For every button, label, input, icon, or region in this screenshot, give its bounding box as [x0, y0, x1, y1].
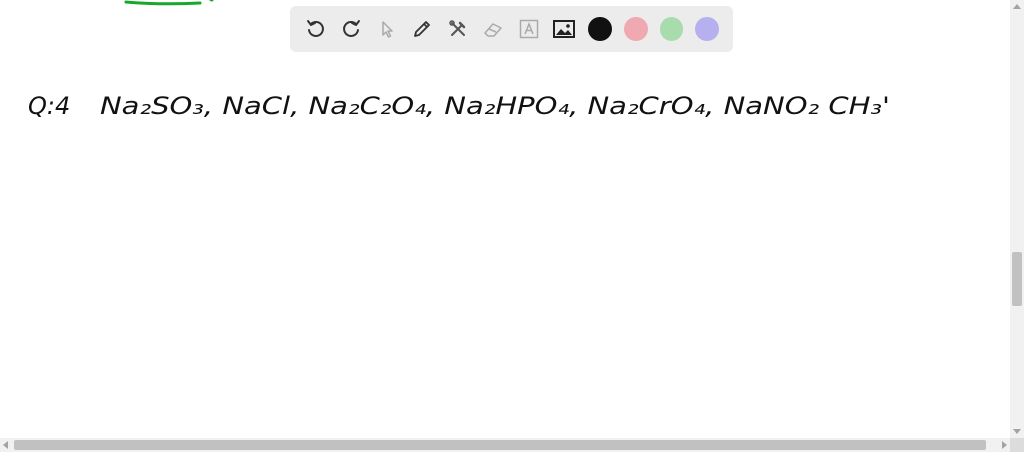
scroll-down-arrow-icon[interactable] — [1013, 429, 1021, 434]
redo-icon — [343, 20, 361, 37]
color-green-swatch[interactable] — [659, 17, 684, 41]
eraser-icon — [484, 23, 503, 37]
color-pink-swatch[interactable] — [623, 17, 648, 41]
green-ink-stroke — [124, 0, 214, 6]
vertical-scrollbar[interactable] — [1010, 0, 1024, 438]
text-box-icon — [519, 19, 539, 39]
whiteboard-canvas[interactable]: Q:4 Na₂SO₃, NaCl, Na₂C₂O₄, Na₂HPO₄, Na₂C… — [0, 0, 1010, 438]
pointer-icon — [382, 21, 393, 38]
pencil-icon — [414, 21, 431, 37]
select-button[interactable] — [369, 11, 405, 47]
undo-button[interactable] — [298, 11, 334, 47]
color-purple-swatch[interactable] — [695, 17, 719, 41]
scroll-left-arrow-icon[interactable] — [3, 441, 8, 449]
scrollbar-corner — [1010, 438, 1024, 452]
undo-icon — [306, 20, 324, 37]
question-label: Q:4 — [28, 92, 70, 120]
handwritten-question: Q:4 Na₂SO₃, NaCl, Na₂C₂O₄, Na₂HPO₄, Na₂C… — [28, 92, 890, 120]
text-button[interactable] — [511, 11, 547, 47]
horizontal-scroll-thumb[interactable] — [14, 440, 986, 450]
eraser-button[interactable] — [476, 11, 512, 47]
tools-icon — [449, 20, 466, 36]
redo-button[interactable] — [334, 11, 370, 47]
horizontal-scrollbar[interactable] — [0, 438, 1010, 452]
image-button[interactable] — [547, 11, 583, 47]
pen-button[interactable] — [405, 11, 441, 47]
compound-list: Na₂SO₃, NaCl, Na₂C₂O₄, Na₂HPO₄, Na₂CrO₄,… — [100, 92, 890, 120]
vertical-scroll-thumb[interactable] — [1012, 252, 1022, 306]
scroll-right-arrow-icon[interactable] — [1002, 441, 1007, 449]
image-icon — [553, 20, 576, 38]
drawing-toolbar — [290, 6, 733, 52]
color-black-swatch[interactable] — [588, 17, 612, 41]
tools-button[interactable] — [440, 11, 476, 47]
scroll-up-arrow-icon[interactable] — [1013, 4, 1021, 9]
